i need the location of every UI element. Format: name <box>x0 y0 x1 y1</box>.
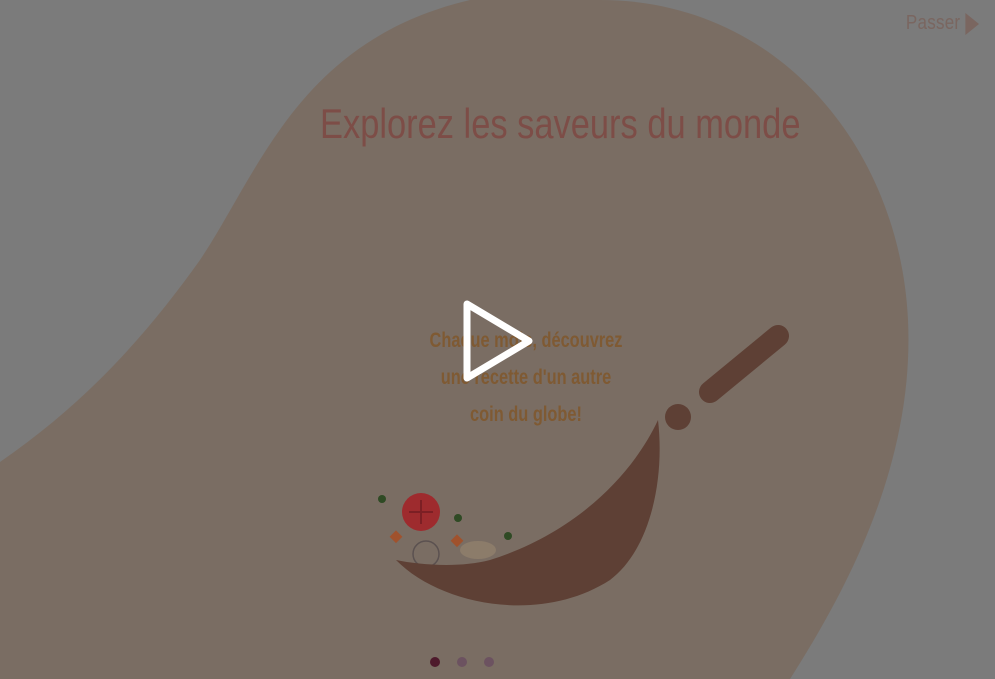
skip-button[interactable]: Passer <box>906 12 979 35</box>
pagination-dots <box>430 657 494 667</box>
page-dot-3[interactable] <box>484 657 494 667</box>
page-dot-2[interactable] <box>457 657 467 667</box>
page-dot-1[interactable] <box>430 657 440 667</box>
slide-title: Explorez les saveurs du monde <box>320 100 801 147</box>
onboarding-screen: Passer Explorez les saveurs du monde Cha… <box>0 0 995 679</box>
play-triangle-icon <box>965 12 979 35</box>
wok-handle-knob <box>665 404 691 430</box>
skip-label: Passer <box>905 12 961 34</box>
wok-handle <box>699 325 789 403</box>
play-icon[interactable] <box>455 296 545 386</box>
vegetables <box>378 493 512 568</box>
